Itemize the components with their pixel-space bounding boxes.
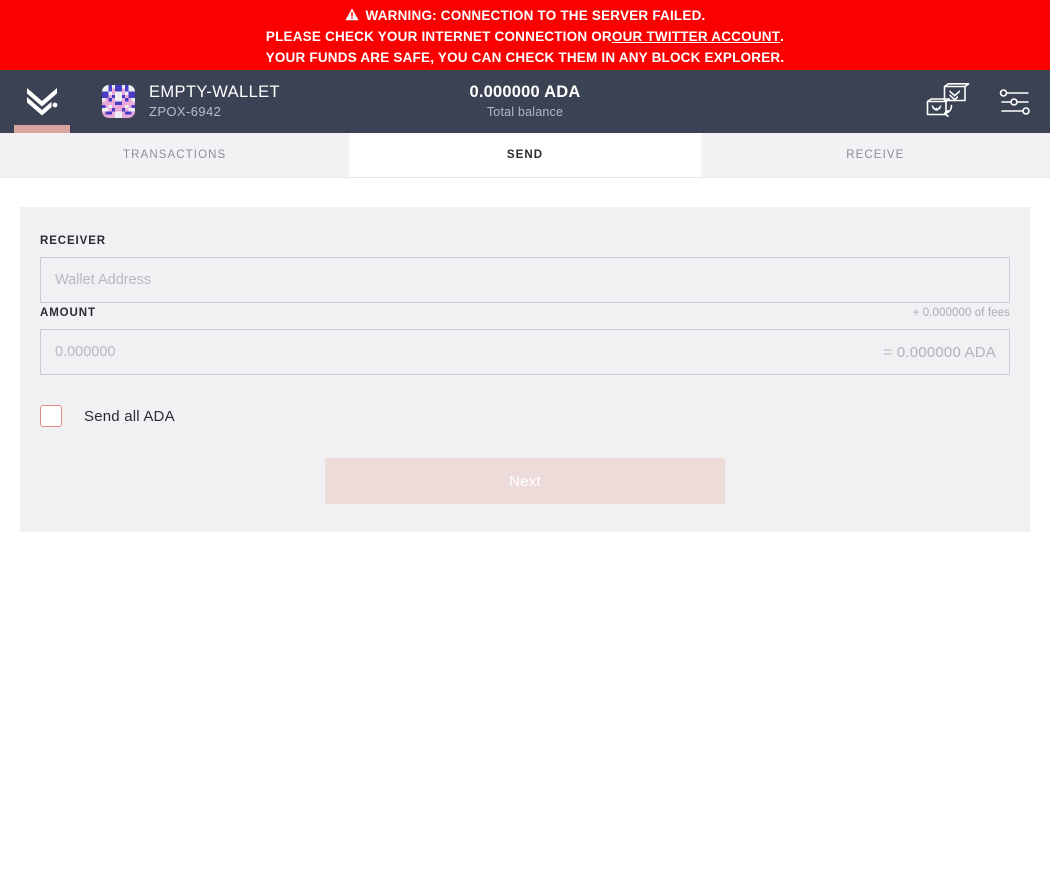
receiver-address-input[interactable]	[40, 257, 1010, 303]
wallet-tabs: TRANSACTIONS SEND RECEIVE	[0, 133, 1050, 178]
amount-input[interactable]	[40, 329, 1010, 375]
tab-send[interactable]: SEND	[350, 133, 701, 177]
receiver-input-wrap	[40, 257, 1010, 303]
next-button[interactable]: Next	[325, 458, 725, 504]
warning-line-2: PLEASE CHECK YOUR INTERNET CONNECTION OR…	[266, 26, 784, 47]
warning-text-line-3: YOUR FUNDS ARE SAFE, YOU CAN CHECK THEM …	[265, 49, 785, 65]
send-all-ada-checkbox[interactable]	[40, 405, 62, 427]
warning-text-line-1: WARNING: CONNECTION TO THE SERVER FAILED…	[365, 7, 706, 23]
warning-text-line-2-prefix: PLEASE CHECK YOUR INTERNET CONNECTION OR	[265, 28, 612, 44]
amount-input-wrap: = 0.000000 ADA	[40, 329, 1010, 375]
warning-line-3: YOUR FUNDS ARE SAFE, YOU CAN CHECK THEM …	[266, 47, 785, 68]
send-form-card: RECEIVER AMOUNT + 0.000000 of fees = 0.0…	[20, 207, 1030, 532]
switch-wallet-button[interactable]	[924, 82, 970, 121]
send-all-ada-row[interactable]: Send all ADA	[40, 405, 1010, 427]
page-body: RECEIVER AMOUNT + 0.000000 of fees = 0.0…	[0, 178, 1050, 888]
twitter-account-link[interactable]: OUR TWITTER ACCOUNT	[612, 26, 780, 47]
wallet-id: ZPOX-6942	[149, 104, 222, 119]
amount-fees-note: + 0.000000 of fees	[912, 307, 1010, 319]
wallet-top-bar: EMPTY-WALLET ZPOX-6942 0.000000 ADA Tota…	[0, 70, 1050, 133]
tab-receive[interactable]: RECEIVE	[700, 133, 1050, 177]
wallet-summary[interactable]: EMPTY-WALLET ZPOX-6942	[102, 82, 280, 121]
tab-transactions[interactable]: TRANSACTIONS	[0, 133, 351, 177]
settings-sliders-icon	[999, 88, 1030, 115]
topbar-actions	[924, 82, 1032, 121]
wallet-identicon-avatar	[102, 85, 135, 118]
app-logo-button[interactable]	[14, 70, 70, 133]
server-connection-warning-banner: WARNING: CONNECTION TO THE SERVER FAILED…	[0, 0, 1050, 70]
send-all-ada-label: Send all ADA	[84, 407, 175, 425]
wallet-name: EMPTY-WALLET	[149, 83, 281, 101]
amount-header: AMOUNT + 0.000000 of fees	[40, 307, 1010, 319]
warning-text-line-2-suffix: .	[780, 28, 785, 44]
wallet-switch-icon	[926, 82, 970, 117]
receiver-label: RECEIVER	[40, 235, 106, 247]
active-section-indicator	[14, 125, 70, 133]
amount-label: AMOUNT	[40, 307, 96, 319]
daedalus-chevron-logo-icon	[27, 87, 58, 115]
settings-button[interactable]	[998, 88, 1032, 116]
warning-line-1: WARNING: CONNECTION TO THE SERVER FAILED…	[344, 5, 706, 26]
warning-triangle-icon	[344, 8, 359, 21]
